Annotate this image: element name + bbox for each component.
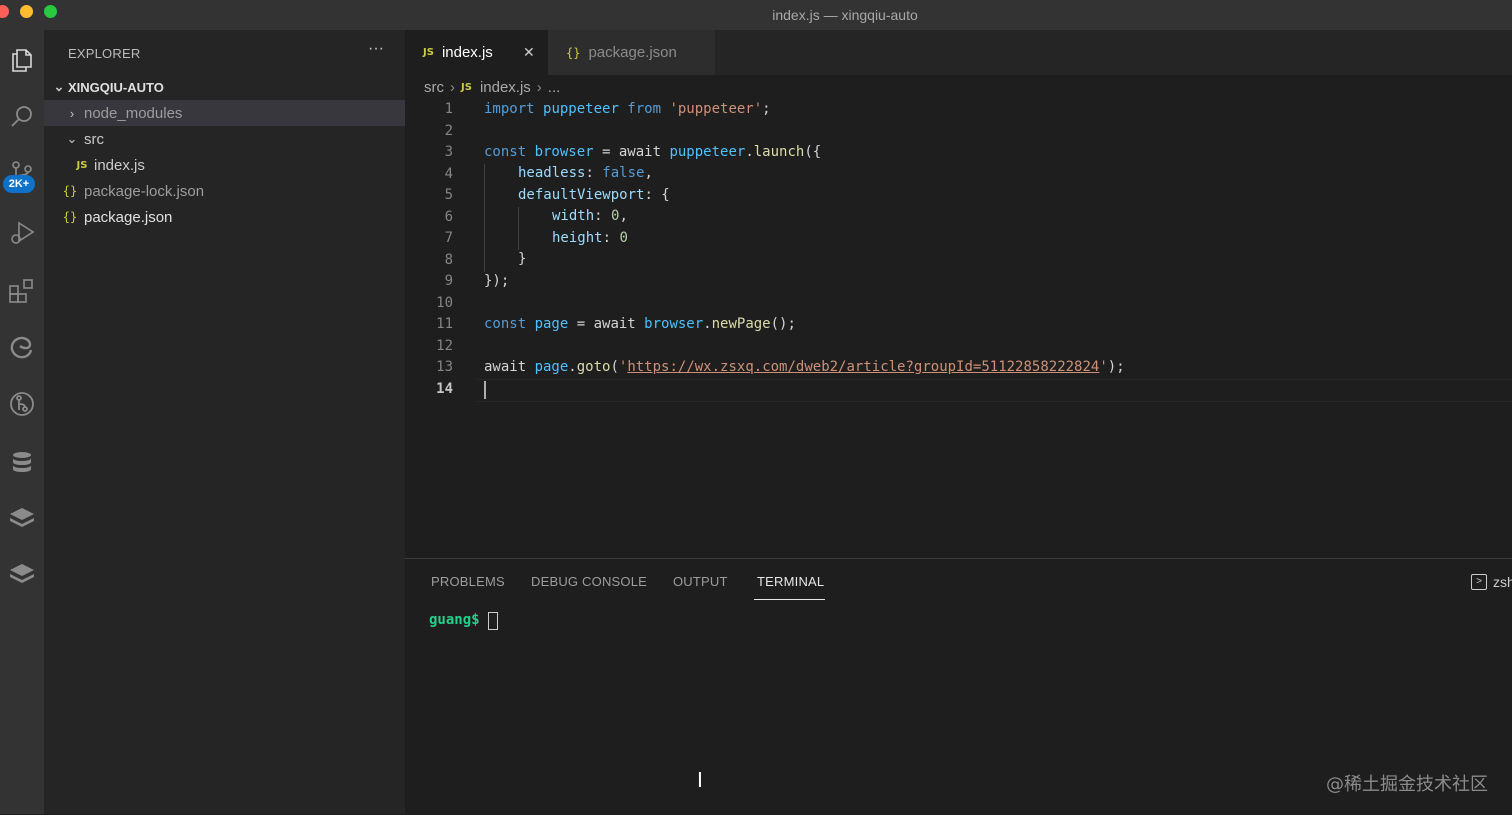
chevron-down-icon: ⌄ [53,79,65,94]
breadcrumb-file[interactable]: index.js [480,79,531,96]
gitlens-icon[interactable] [0,382,44,426]
json-file-icon: {} [62,184,78,198]
terminal-icon: > [1471,574,1487,590]
terminal-cursor [488,612,498,630]
edge-icon[interactable] [0,325,44,369]
search-icon[interactable] [0,95,44,139]
line-number: 12 [436,337,453,354]
tree-item-label: src [84,130,104,148]
terminal-prompt: guang$ [429,612,480,628]
js-file-icon: JS [423,47,434,58]
tree-item-label: index.js [94,156,145,174]
js-file-icon: JS [461,82,472,93]
tab-output[interactable]: OUTPUT [673,574,728,589]
extensions-icon[interactable] [0,268,44,312]
json-file-icon: {} [62,210,78,224]
breadcrumb-symbols[interactable]: ... [548,79,561,96]
more-actions-button[interactable]: ··· [368,40,384,58]
workspace-root-label: XINGQIU-AUTO [68,79,164,95]
breadcrumb: src › JS index.js › ... [405,75,1512,100]
tab-label: index.js [441,44,493,61]
line-number: 1 [444,101,453,117]
tree-item-src[interactable]: ⌄ src [44,126,405,152]
code-line-6: width: 0, [552,208,628,224]
chevron-down-icon: ⌄ [66,131,78,146]
ibeam-cursor-icon: I [697,768,703,792]
code-line-11: const page = await browser.newPage(); [484,316,796,332]
title-bar: index.js — xingqiu-auto [0,0,1512,30]
tab-problems[interactable]: PROBLEMS [431,574,505,589]
indent-guide [518,207,519,250]
line-number: 8 [444,251,453,268]
close-icon[interactable]: ✕ [523,44,535,61]
chevron-right-icon: › [450,79,455,96]
code-line-8: } [518,251,527,267]
line-number: 3 [444,144,453,160]
code-editor[interactable]: 1 2 3 4 5 6 7 8 9 10 11 12 13 14 import puppeteer fro… [405,100,1512,558]
tab-package-json[interactable]: {} package.json [548,30,715,75]
tree-item-node-modules[interactable]: › node_modules [44,100,405,126]
tree-item-package-json[interactable]: {} package.json [44,204,405,230]
chevron-right-icon: › [536,79,542,96]
tab-label: package.json [588,44,677,61]
workspace-root[interactable]: ⌄ XINGQIU-AUTO [44,74,405,100]
editor-tabs: JS index.js ✕ {} package.json [405,30,1512,75]
tree-item-label: package-lock.json [84,182,205,200]
tab-debug-console[interactable]: DEBUG CONSOLE [531,574,647,589]
code-line-9: }); [484,273,510,289]
explorer-sidebar: EXPLORER ··· ⌄ XINGQIU-AUTO › node_modul… [44,30,405,814]
tree-item-label: node_modules [84,104,183,122]
code-line-3: const browser = await puppeteer.launch({ [484,144,822,160]
line-number: 4 [444,165,453,182]
indent-guide [484,164,485,272]
js-file-icon: JS [76,159,88,171]
text-cursor [484,381,486,399]
line-number: 7 [444,230,453,246]
code-line-7: height: 0 [552,230,628,246]
line-number: 2 [444,122,453,139]
code-line-5: defaultViewport: { [518,187,670,203]
line-number: 6 [444,208,453,225]
url-link[interactable]: https://wx.zsxq.com/dweb2/article?groupI… [627,359,1099,375]
run-debug-icon[interactable] [0,210,44,254]
code-line-13: await page.goto('https://wx.zsxq.com/dwe… [484,359,1125,375]
tree-item-package-lock[interactable]: {} package-lock.json [44,178,405,204]
code-line-1: import puppeteer from 'puppeteer'; [484,101,771,117]
active-tab-indicator [754,599,825,600]
line-number: 14 [436,380,453,397]
explorer-header: EXPLORER [68,46,141,61]
line-number: 13 [436,359,453,375]
breadcrumb-folder[interactable]: src [424,79,444,96]
code-line-4: headless: false, [518,165,653,181]
tree-item-index-js[interactable]: JS index.js [44,152,405,178]
files-icon[interactable] [0,38,44,82]
tab-index-js[interactable]: JS index.js ✕ [405,30,548,75]
watermark: @稀土掘金技术社区 [1326,774,1488,795]
line-number: 11 [436,316,453,332]
activity-bar: 2K+ [0,30,44,814]
tab-terminal[interactable]: TERMINAL [757,574,824,589]
current-line-highlight [477,379,1512,402]
layers-icon[interactable] [0,552,44,596]
line-number: 9 [444,273,453,289]
stack-icon[interactable] [0,496,44,540]
line-number: 5 [444,187,453,203]
json-file-icon: {} [566,45,581,60]
shell-label: zsh [1493,574,1512,590]
scm-badge: 2K+ [3,175,35,193]
database-icon[interactable] [0,440,44,484]
chevron-right-icon: › [69,105,75,121]
terminal-shell-selector[interactable]: > zsh [1471,574,1512,590]
line-number: 10 [436,294,453,311]
window-title: index.js — xingqiu-auto [772,7,918,23]
tree-item-label: package.json [84,208,173,226]
